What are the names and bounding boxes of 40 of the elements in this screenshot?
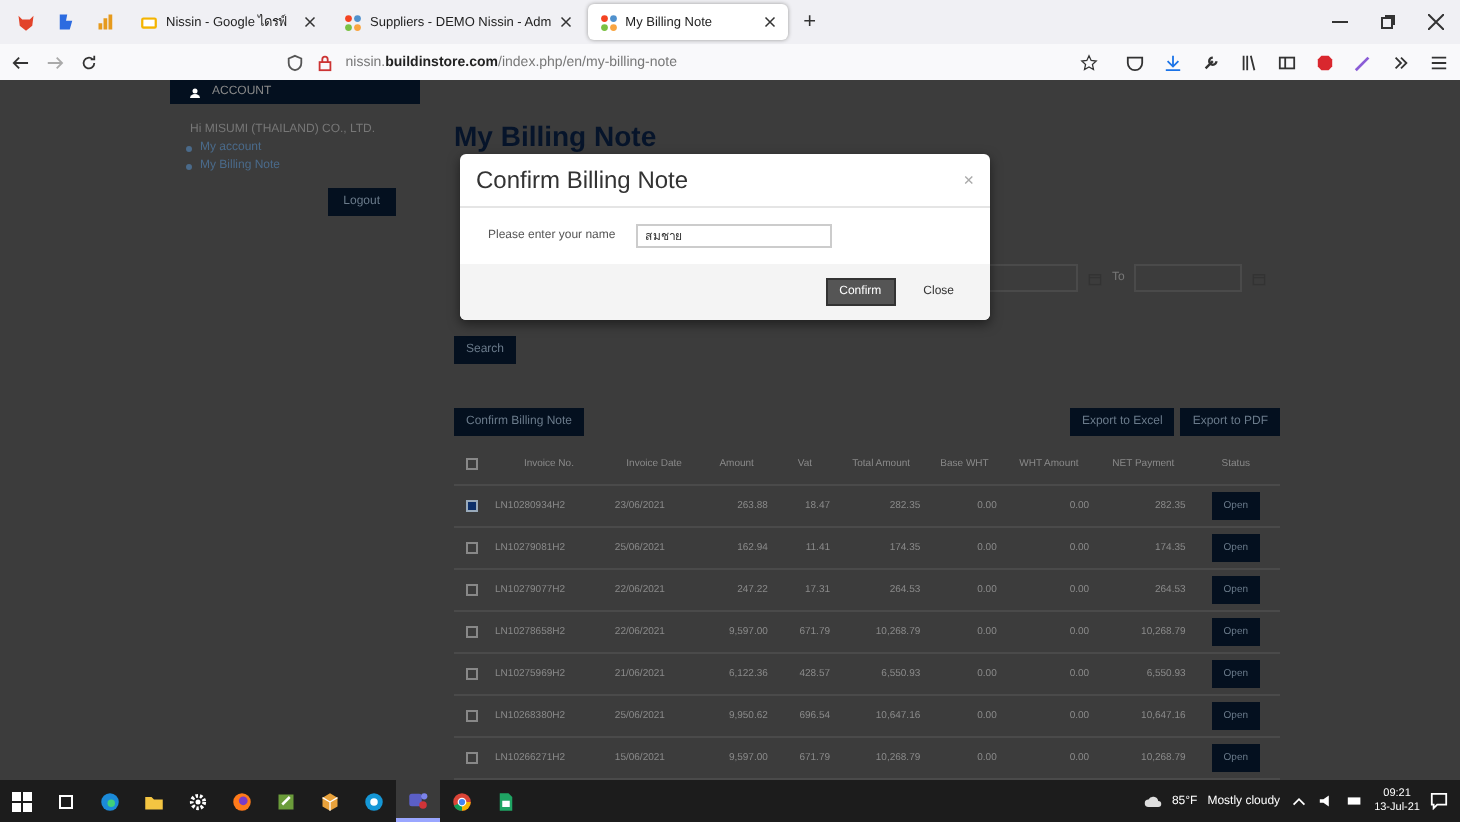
bullet-icon <box>186 164 192 170</box>
cloud-icon <box>1143 792 1162 810</box>
close-button[interactable]: × <box>963 170 974 190</box>
adblock-icon[interactable] <box>1316 53 1335 71</box>
user-icon <box>190 87 200 97</box>
library-icon[interactable] <box>1240 53 1259 71</box>
close-icon[interactable] <box>304 16 316 28</box>
chevron-icon[interactable] <box>1290 792 1309 810</box>
back-icon[interactable] <box>12 53 30 71</box>
download-icon[interactable] <box>1164 53 1183 71</box>
checkbox[interactable] <box>465 668 478 680</box>
battery-icon[interactable] <box>1346 792 1365 810</box>
close-icon[interactable] <box>763 16 776 28</box>
pen-icon[interactable] <box>1354 53 1373 71</box>
notification-icon[interactable] <box>1430 792 1448 810</box>
reload-icon[interactable] <box>79 53 98 71</box>
checkbox[interactable] <box>465 542 478 554</box>
sidebar-icon[interactable] <box>1278 53 1297 71</box>
checkbox[interactable] <box>465 458 478 470</box>
close-icon[interactable] <box>1428 14 1444 30</box>
tab-favicon-icon <box>344 13 362 31</box>
bullet-icon <box>186 146 192 152</box>
tab-favicon-icon <box>140 13 158 31</box>
checkbox[interactable] <box>465 584 478 596</box>
wrench-icon[interactable] <box>1202 53 1221 71</box>
close-icon[interactable] <box>559 16 572 28</box>
new-tab-button[interactable]: + <box>791 10 829 34</box>
checkbox[interactable] <box>465 752 478 764</box>
chevrons-icon[interactable] <box>1392 53 1411 71</box>
restore-icon[interactable] <box>1380 14 1396 30</box>
menu-icon[interactable] <box>1430 53 1449 71</box>
shield-icon <box>285 53 304 71</box>
checkbox[interactable] <box>465 710 478 722</box>
star-icon[interactable] <box>1080 53 1099 71</box>
dialog-title: Confirm Billing Note <box>476 166 689 194</box>
tab-favicon-icon <box>599 13 618 31</box>
pocket-icon[interactable] <box>1126 53 1145 71</box>
checkbox[interactable] <box>465 626 478 638</box>
lock-icon <box>315 53 334 71</box>
checkbox[interactable] <box>465 500 478 512</box>
